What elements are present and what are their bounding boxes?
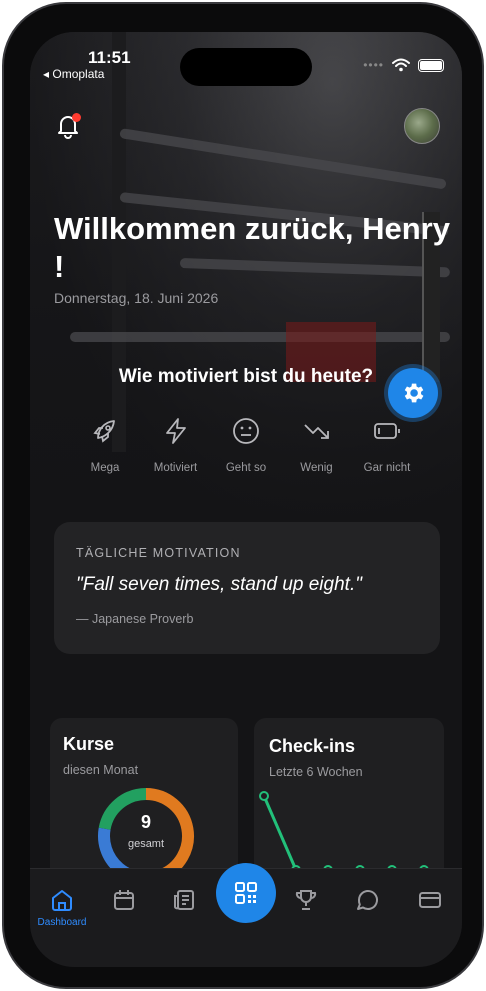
- mood-option-mega[interactable]: Mega: [70, 416, 140, 474]
- checkins-title: Check-ins: [269, 736, 356, 756]
- mood-option-gar-nicht[interactable]: Gar nicht: [352, 416, 422, 474]
- status-time: 11:51: [88, 48, 131, 67]
- kurse-card[interactable]: Kurse diesen Monat 9 gesamt: [50, 718, 238, 888]
- quote-text: "Fall seven times, stand up eight.": [76, 574, 362, 595]
- notification-badge: [72, 113, 81, 122]
- notifications-bell-icon[interactable]: [54, 112, 82, 140]
- qr-checkin-button[interactable]: [216, 863, 276, 923]
- chat-bubble-icon: [357, 890, 378, 910]
- mood-label: Mega: [90, 462, 120, 474]
- credit-card-icon: [419, 892, 441, 908]
- mood-label: Gar nicht: [363, 462, 411, 474]
- quote-author: — Japanese Proverb: [76, 612, 194, 626]
- mood-label: Motiviert: [153, 462, 198, 474]
- kurse-total-label: gesamt: [127, 838, 165, 850]
- kurse-title: Kurse: [63, 734, 115, 754]
- avatar[interactable]: [404, 108, 440, 144]
- neutral-face-icon: [233, 418, 259, 444]
- back-to-app-link[interactable]: ◂ Omoplata: [43, 67, 104, 81]
- signal-icon: ••••: [363, 58, 384, 72]
- battery-icon: [418, 58, 444, 72]
- checkins-data-point: [259, 791, 269, 801]
- checkins-subtitle: Letzte 6 Wochen: [269, 765, 363, 779]
- tab-bar: Dashboard: [30, 863, 462, 967]
- daily-motivation-card: TÄGLICHE MOTIVATION "Fall seven times, s…: [54, 522, 440, 654]
- rocket-icon: [93, 420, 115, 443]
- gear-icon: [404, 383, 424, 403]
- current-date: Donnerstag, 18. Juni 2026: [54, 290, 219, 306]
- tab-membership[interactable]: [410, 887, 450, 913]
- trophy-icon: [295, 890, 317, 910]
- mood-option-motiviert[interactable]: Motiviert: [141, 416, 211, 474]
- mood-option-geht-so[interactable]: Geht so: [211, 416, 281, 474]
- battery-empty-icon: [374, 423, 400, 439]
- qr-code-icon: [235, 882, 257, 904]
- tab-chat[interactable]: [348, 887, 388, 913]
- tab-news[interactable]: [164, 887, 204, 913]
- tab-calendar[interactable]: [104, 887, 144, 913]
- newspaper-icon: [174, 890, 194, 910]
- status-icons: ••••: [363, 58, 444, 72]
- kurse-subtitle: diesen Monat: [63, 763, 139, 777]
- welcome-heading: Willkommen zurück, Henry !: [54, 211, 450, 284]
- calendar-icon: [114, 890, 134, 910]
- dynamic-island: [180, 48, 312, 86]
- donut-slice: [145, 788, 194, 882]
- mood-label: Wenig: [300, 462, 333, 474]
- tab-dashboard-label: Dashboard: [37, 917, 87, 928]
- mood-option-wenig[interactable]: Wenig: [282, 416, 352, 474]
- checkins-card[interactable]: Check-ins Letzte 6 Wochen: [254, 718, 444, 888]
- wifi-icon: [392, 58, 410, 72]
- mood-label: Geht so: [225, 462, 267, 474]
- tab-trophies[interactable]: [286, 887, 326, 913]
- motivation-options: Mega Motiviert Geht so Wenig Gar nicht: [70, 416, 422, 474]
- tab-dashboard[interactable]: Dashboard: [38, 887, 86, 928]
- quote-kicker: TÄGLICHE MOTIVATION: [76, 546, 241, 560]
- phone-frame: 11:51 ◂ Omoplata •••• Willkommen zurück,…: [2, 2, 484, 989]
- checkins-series-line: [262, 795, 424, 872]
- home-icon: [52, 890, 72, 911]
- app-screen: 11:51 ◂ Omoplata •••• Willkommen zurück,…: [30, 32, 462, 967]
- kurse-total: 9: [140, 812, 151, 832]
- lightning-icon: [165, 418, 186, 444]
- settings-button[interactable]: [388, 368, 438, 418]
- trend-down-icon: [303, 424, 329, 439]
